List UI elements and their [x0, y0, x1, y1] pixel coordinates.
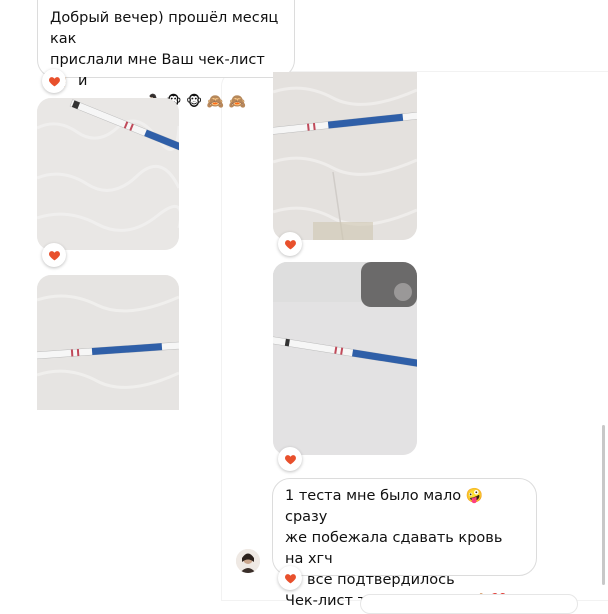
heart-reaction-5[interactable] [278, 566, 302, 590]
message-text-line: же побежала сдавать кровь на хгч [285, 528, 524, 570]
heart-icon [48, 76, 60, 86]
message-text: все подтвердилось [307, 572, 455, 588]
heart-reaction-4[interactable] [278, 447, 302, 471]
message-text: же побежала сдавать кровь на хгч [285, 530, 503, 567]
message-text: 1 теста мне было мало [285, 488, 462, 504]
photo-pregnancy-test-4[interactable] [273, 262, 417, 455]
test-strip-image [37, 98, 179, 250]
emoji-zany-face: 🤪 [465, 488, 484, 504]
message-text-line: 🤓 все подтвердилось [285, 570, 524, 591]
message-text-line: Добрый вечер) прошёл месяц как [50, 8, 282, 50]
test-strip-image [273, 72, 417, 240]
message-text: Добрый вечер) прошёл месяц как [50, 10, 279, 47]
message-text: и [78, 73, 88, 89]
test-strip-image [37, 275, 179, 410]
avatar-image [236, 549, 260, 573]
heart-reaction-1[interactable] [42, 69, 66, 93]
scrollbar[interactable] [602, 425, 605, 585]
message-text-line: прислали мне Ваш чек-лист🙌🏻 и [50, 50, 282, 92]
photo-pregnancy-test-1[interactable] [37, 98, 179, 250]
photo-pregnancy-test-3[interactable] [273, 72, 417, 240]
message-bubble-partial[interactable] [360, 594, 578, 614]
heart-reaction-3[interactable] [278, 232, 302, 256]
message-bubble-last[interactable]: 1 теста мне было мало 🤪 сразу же побежал… [272, 478, 537, 609]
heart-icon [284, 454, 296, 464]
test-strip-image [273, 262, 417, 455]
message-text-line: 1 теста мне было мало 🤪 сразу [285, 486, 524, 528]
heart-reaction-2[interactable] [42, 243, 66, 267]
heart-icon [284, 573, 296, 583]
heart-icon [284, 239, 296, 249]
message-bubble-first[interactable]: Добрый вечер) прошёл месяц как прислали … [37, 0, 295, 110]
photo-pregnancy-test-2[interactable] [37, 275, 179, 410]
heart-icon [48, 250, 60, 260]
avatar[interactable] [236, 549, 260, 573]
message-text: сразу [285, 509, 328, 525]
message-text: прислали мне Ваш чек-лист [50, 52, 265, 68]
